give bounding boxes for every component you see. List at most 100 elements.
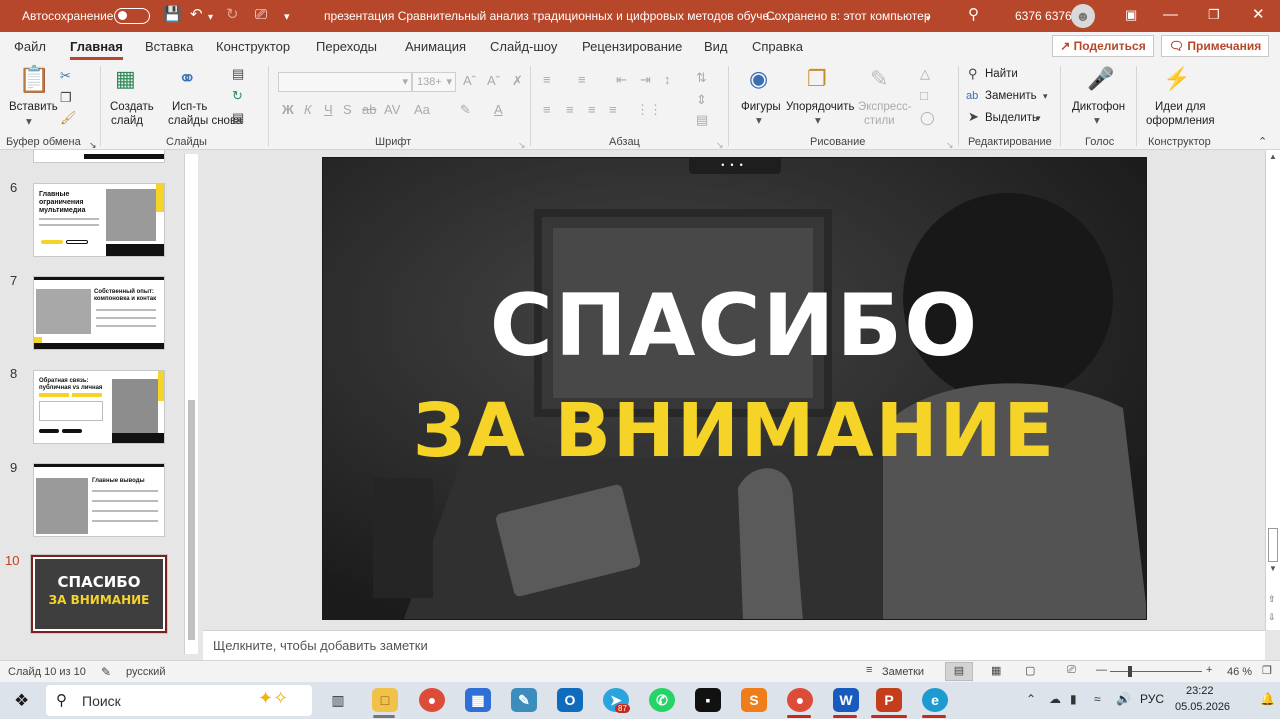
arrange-icon[interactable]: ❐ bbox=[807, 66, 827, 92]
find-button[interactable]: Найти bbox=[985, 67, 1018, 81]
close-icon[interactable]: ✕ bbox=[1252, 6, 1265, 24]
dictate-button[interactable]: Диктофон bbox=[1072, 100, 1125, 114]
file-explorer-icon[interactable]: □ bbox=[372, 688, 398, 712]
align-right-icon[interactable]: ≡ bbox=[588, 102, 596, 118]
align-left-icon[interactable]: ≡ bbox=[543, 102, 551, 118]
slideshow-view-icon[interactable]: ⎚ bbox=[1067, 664, 1076, 677]
thumbnail-slide-5[interactable] bbox=[33, 150, 165, 163]
paste-icon[interactable]: 📋 bbox=[18, 66, 50, 92]
font-name-combo[interactable]: ​▾ bbox=[278, 72, 412, 92]
collapse-ribbon-icon[interactable]: ⌃ bbox=[1258, 134, 1267, 150]
tab-insert[interactable]: Вставка bbox=[145, 39, 193, 54]
autosave-toggle[interactable] bbox=[114, 8, 150, 24]
tab-file[interactable]: Файл bbox=[14, 39, 46, 54]
task-view-icon[interactable]: ▥ bbox=[325, 688, 351, 712]
replace-button[interactable]: Заменить bbox=[985, 89, 1037, 103]
minimize-icon[interactable]: — bbox=[1163, 6, 1178, 24]
decrease-indent-icon[interactable]: ⇤ bbox=[616, 72, 627, 88]
tab-slideshow[interactable]: Слайд-шоу bbox=[490, 39, 557, 54]
strikethrough-icon[interactable]: ab bbox=[362, 102, 376, 118]
thumbnail-slide-9[interactable]: Главные выводы bbox=[33, 463, 165, 537]
reading-view-icon[interactable]: ▢ bbox=[1025, 664, 1035, 677]
replace-icon[interactable]: ab bbox=[966, 88, 978, 104]
dictate-dropdown-icon[interactable]: ▾ bbox=[1094, 114, 1100, 128]
bold-icon[interactable]: Ж bbox=[282, 102, 294, 118]
share-button[interactable]: ↗ Поделиться bbox=[1052, 35, 1154, 57]
new-slide-label[interactable]: Создать bbox=[110, 100, 154, 114]
cut-icon[interactable]: ✂ bbox=[60, 68, 71, 84]
microphone-icon[interactable]: 🎤 bbox=[1087, 66, 1114, 92]
tab-view[interactable]: Вид bbox=[704, 39, 728, 54]
thumbnail-scrollbar[interactable] bbox=[184, 154, 198, 654]
bullets-icon[interactable]: ≡ bbox=[543, 72, 551, 88]
underline-icon[interactable]: Ч bbox=[324, 102, 333, 118]
zoom-level[interactable]: 46 % bbox=[1227, 666, 1252, 678]
shapes-dropdown-icon[interactable]: ▾ bbox=[756, 114, 762, 128]
user-name[interactable]: 6376 6376 bbox=[1015, 9, 1072, 23]
prev-slide-icon[interactable]: ⇧ bbox=[1268, 594, 1276, 605]
onedrive-icon[interactable]: ☁ bbox=[1049, 692, 1061, 706]
font-color-icon[interactable]: A bbox=[494, 102, 503, 118]
grow-font-icon[interactable]: Aˆ bbox=[463, 73, 476, 89]
editor-app-icon[interactable]: ✎ bbox=[511, 688, 537, 712]
input-language[interactable]: РУС bbox=[1140, 692, 1164, 706]
font-size-combo[interactable]: 138+ ▾ bbox=[412, 72, 456, 92]
increase-indent-icon[interactable]: ⇥ bbox=[640, 72, 651, 88]
slide-canvas[interactable]: ••• СПАСИБО ЗА ВНИМАНИЕ bbox=[322, 157, 1147, 620]
next-slide-icon[interactable]: ⇩ bbox=[1268, 612, 1276, 623]
customize-toolbar-icon[interactable]: ▾ bbox=[284, 8, 290, 26]
tab-review[interactable]: Рецензирование bbox=[582, 39, 682, 54]
new-slide-icon[interactable]: ▦ bbox=[115, 66, 136, 92]
language-indicator[interactable]: русский bbox=[126, 666, 165, 678]
change-case-icon[interactable]: Aa bbox=[414, 102, 430, 118]
save-state[interactable]: Сохранено в: этот компьютер bbox=[766, 9, 931, 23]
zoom-out-icon[interactable]: — bbox=[1096, 664, 1107, 676]
align-center-icon[interactable]: ≡ bbox=[566, 102, 574, 118]
notes-toggle-button[interactable]: Заметки bbox=[882, 666, 924, 678]
wifi-icon[interactable]: ≈ bbox=[1094, 692, 1101, 706]
italic-icon[interactable]: К bbox=[304, 102, 312, 118]
tab-help[interactable]: Справка bbox=[752, 39, 803, 54]
layout-icon[interactable]: ▤ bbox=[232, 66, 244, 82]
thumbnail-slide-10[interactable]: СПАСИБО ЗА ВНИМАНИЕ bbox=[30, 554, 168, 634]
editor-scrollbar[interactable]: ▲ ▼ ⇧ ⇩ bbox=[1265, 150, 1280, 630]
replace-dropdown-icon[interactable]: ▾ bbox=[1043, 88, 1048, 104]
text-direction-icon[interactable]: ⇅ bbox=[696, 70, 707, 86]
shape-outline-icon[interactable]: □ bbox=[920, 88, 928, 104]
powerpoint-icon[interactable]: P bbox=[876, 688, 902, 712]
sublime-icon[interactable]: S bbox=[741, 688, 767, 712]
new-slide-label-2[interactable]: слайд bbox=[111, 114, 143, 128]
save-state-chevron-icon[interactable]: ▾ bbox=[926, 9, 931, 27]
select-button[interactable]: Выделить bbox=[985, 111, 1038, 125]
search-icon[interactable]: ⚲ bbox=[968, 6, 979, 24]
clock-time[interactable]: 23:22 bbox=[1186, 685, 1214, 697]
notification-bell-icon[interactable]: 🔔 bbox=[1260, 692, 1275, 706]
thumbnail-slide-6[interactable]: Главные ограничения мультимедиа bbox=[33, 183, 165, 257]
edge-icon[interactable]: e bbox=[922, 688, 948, 712]
outlook-icon[interactable]: O bbox=[557, 688, 583, 712]
fit-slide-icon[interactable]: ❐ bbox=[1262, 664, 1272, 677]
shape-effects-icon[interactable]: ◯ bbox=[920, 110, 935, 126]
ribbon-display-icon[interactable]: ▣ bbox=[1125, 6, 1137, 24]
slide-dots-handle[interactable]: ••• bbox=[689, 158, 781, 174]
format-painter-icon[interactable]: 🖌 bbox=[60, 110, 77, 126]
redo-icon[interactable]: ↻ bbox=[226, 6, 239, 24]
arrange-dropdown-icon[interactable]: ▾ bbox=[815, 114, 821, 128]
quick-styles-label[interactable]: Экспресс- bbox=[858, 100, 912, 114]
paste-dropdown-icon[interactable]: ▾ bbox=[26, 115, 32, 129]
select-dropdown-icon[interactable]: ▾ bbox=[1036, 110, 1041, 126]
tab-home[interactable]: Главная bbox=[70, 39, 123, 60]
shapes-icon[interactable]: ◉ bbox=[749, 66, 768, 92]
shapes-button[interactable]: Фигуры bbox=[741, 100, 781, 114]
select-icon[interactable]: ➤ bbox=[968, 109, 979, 125]
undo-dropdown-icon[interactable]: ▾ bbox=[208, 9, 213, 27]
editor-scroll-thumb[interactable] bbox=[1268, 528, 1278, 562]
comments-button[interactable]: 🗨 Примечания bbox=[1161, 35, 1269, 57]
windows-start-icon[interactable]: ❖ bbox=[14, 691, 29, 711]
scroll-down-icon[interactable]: ▼ bbox=[1269, 564, 1277, 573]
quick-styles-icon[interactable]: ✎ bbox=[870, 66, 888, 92]
spellcheck-icon[interactable]: ✎ bbox=[101, 665, 111, 679]
thumbnail-scroll-thumb[interactable] bbox=[188, 400, 195, 640]
store-icon[interactable]: ▦ bbox=[465, 688, 491, 712]
thumbnail-slide-7[interactable]: Собственный опыт: компоновка и контак bbox=[33, 276, 165, 350]
